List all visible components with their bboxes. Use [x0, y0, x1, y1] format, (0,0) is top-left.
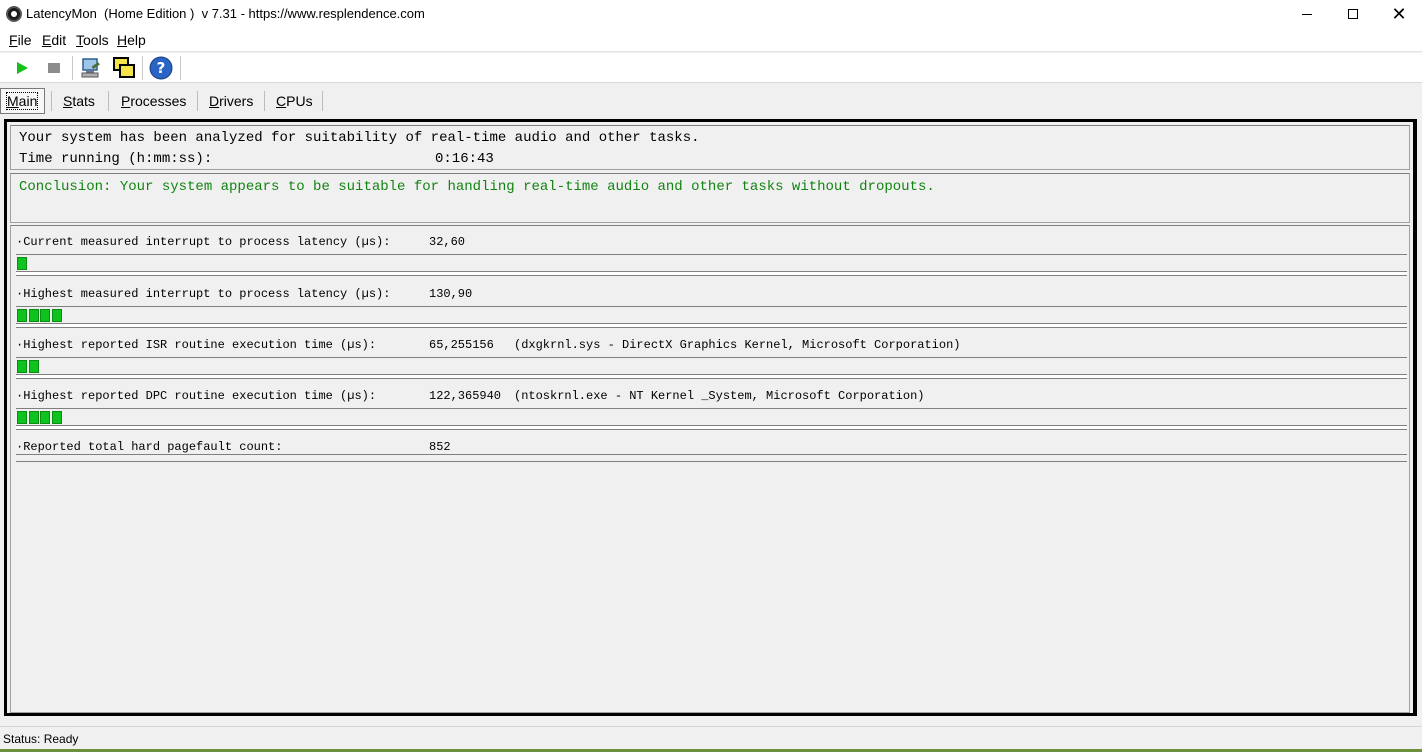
bar-segment	[28, 309, 39, 322]
menu-tools[interactable]: Tools	[76, 32, 109, 48]
tab-drivers[interactable]: Drivers	[203, 88, 259, 114]
bar-segment	[28, 360, 39, 373]
tab-stats[interactable]: Stats	[57, 88, 101, 114]
analysis-section: Your system has been analyzed for suitab…	[10, 125, 1410, 170]
tab-label: Drivers	[209, 93, 254, 109]
close-icon: ✕	[1391, 4, 1407, 24]
menu-help[interactable]: Help	[117, 32, 146, 48]
close-button[interactable]: ✕	[1376, 0, 1422, 28]
toolbar-separator	[180, 56, 181, 80]
bar-segment	[28, 411, 39, 424]
tools-button[interactable]	[78, 55, 104, 81]
minimize-icon	[1302, 13, 1312, 15]
bar-segment	[17, 360, 27, 373]
tab-label: Main	[5, 92, 39, 110]
analysis-text: Your system has been analyzed for suitab…	[19, 130, 700, 146]
conclusion-text: Conclusion: Your system appears to be su…	[19, 179, 935, 195]
bar-segment	[40, 411, 50, 424]
window-title: LatencyMon (Home Edition ) v 7.31 - http…	[26, 6, 425, 21]
maximize-button[interactable]	[1330, 0, 1376, 28]
metric-label: ·Current measured interrupt to process l…	[16, 235, 391, 249]
tab-separator	[264, 91, 265, 111]
conclusion-section: Conclusion: Your system appears to be su…	[10, 173, 1410, 223]
title-bar: LatencyMon (Home Edition ) v 7.31 - http…	[0, 0, 1422, 28]
metric-value: 65,255156	[429, 338, 494, 352]
metric-value: 130,90	[429, 287, 473, 301]
latency-bar	[16, 306, 1407, 328]
toolbar: ?	[0, 53, 1422, 83]
windows-button[interactable]	[111, 55, 137, 81]
bar-segment	[17, 411, 27, 424]
maximize-icon	[1348, 9, 1358, 19]
menu-file[interactable]: File	[9, 32, 32, 48]
tab-processes[interactable]: Processes	[115, 88, 192, 114]
help-button[interactable]: ?	[148, 55, 174, 81]
tab-label: CPUs	[276, 93, 313, 109]
tab-label: Processes	[121, 93, 187, 109]
time-running-label: Time running (h:mm:ss):	[19, 151, 213, 167]
latency-bar	[16, 357, 1407, 379]
tab-label: Stats	[63, 93, 95, 109]
stop-icon	[48, 63, 60, 73]
tab-cpus[interactable]: CPUs	[270, 88, 319, 114]
metric-value: 852	[429, 440, 451, 454]
app-logo-icon	[6, 6, 22, 22]
time-running-value: 0:16:43	[435, 151, 494, 167]
help-icon: ?	[149, 56, 173, 80]
metric-label: ·Highest reported ISR routine execution …	[16, 338, 377, 352]
status-bar: Status: Ready	[0, 726, 1422, 750]
latency-bar	[16, 254, 1407, 276]
bar-segment	[51, 309, 62, 322]
pagefault-bar	[16, 454, 1407, 462]
metric-label: ·Highest reported DPC routine execution …	[16, 389, 377, 403]
metric-label: ·Highest measured interrupt to process l…	[16, 287, 391, 301]
metric-detail: (ntoskrnl.exe - NT Kernel _System, Micro…	[514, 389, 925, 403]
start-button[interactable]	[9, 55, 35, 81]
status-text: Status: Ready	[3, 732, 79, 746]
stop-button[interactable]	[41, 55, 67, 81]
metrics-section: ·Current measured interrupt to process l…	[10, 225, 1410, 713]
menu-edit[interactable]: Edit	[42, 32, 66, 48]
bar-segment	[40, 309, 50, 322]
tab-separator	[322, 91, 323, 111]
tab-separator	[197, 91, 198, 111]
play-icon	[17, 62, 28, 74]
computer-tools-icon	[81, 58, 100, 78]
menu-bar: File Edit Tools Help	[0, 28, 1422, 52]
tab-separator	[51, 91, 52, 111]
metric-value: 32,60	[429, 235, 466, 249]
main-panel: Your system has been analyzed for suitab…	[4, 119, 1417, 716]
tab-main[interactable]: Main	[0, 88, 45, 114]
svg-text:?: ?	[157, 59, 166, 77]
minimize-button[interactable]	[1284, 0, 1330, 28]
latency-bar	[16, 408, 1407, 430]
metric-label: ·Reported total hard pagefault count:	[16, 440, 283, 454]
windows-icon	[113, 57, 135, 78]
toolbar-separator	[142, 56, 143, 80]
bar-segment	[51, 411, 62, 424]
bar-segment	[17, 309, 27, 322]
tab-separator	[108, 91, 109, 111]
bar-segment	[17, 257, 27, 270]
metric-detail: (dxgkrnl.sys - DirectX Graphics Kernel, …	[514, 338, 961, 352]
metric-value: 122,365940	[429, 389, 502, 403]
toolbar-separator	[72, 56, 73, 80]
